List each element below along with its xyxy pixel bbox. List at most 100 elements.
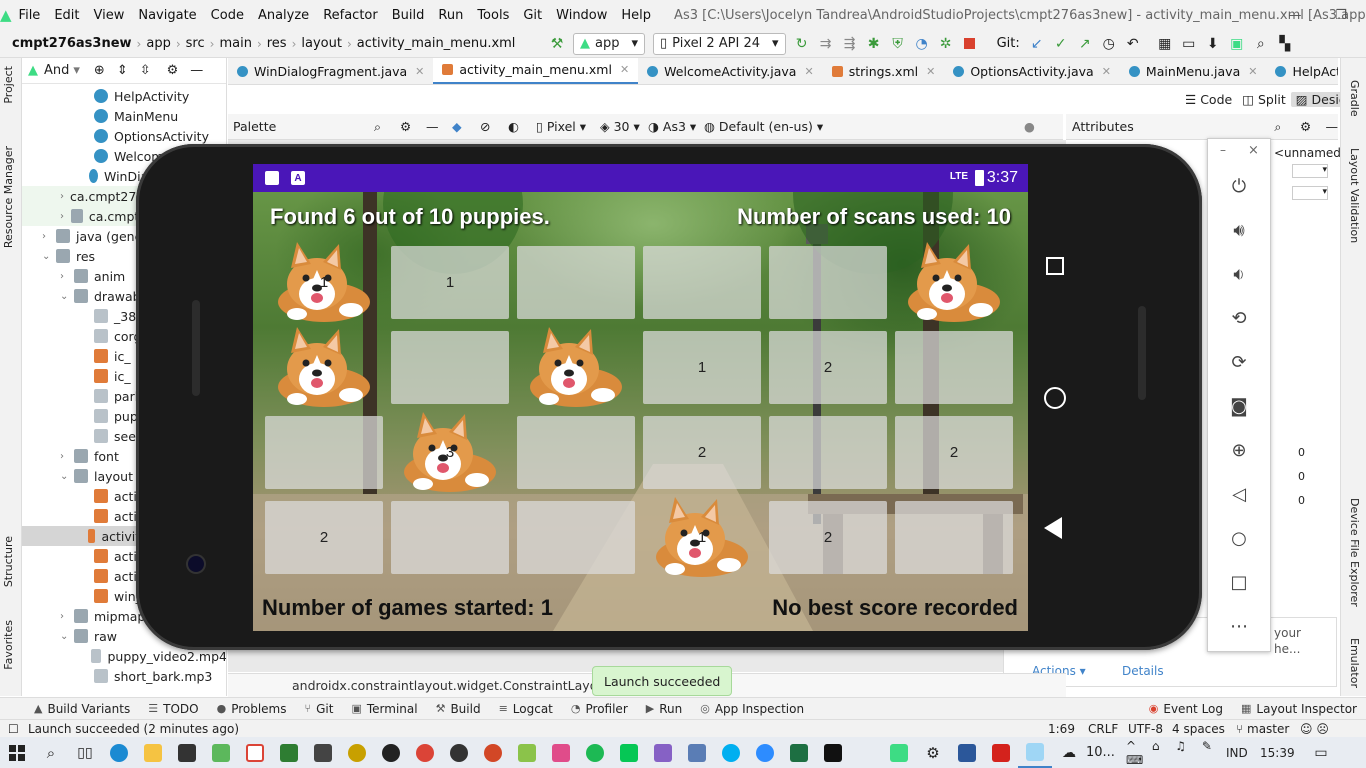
menu-code[interactable]: Code <box>204 8 251 23</box>
run-config-select[interactable]: ▲ app ▾ <box>573 32 646 55</box>
media-app-icon[interactable] <box>374 737 408 768</box>
skype-icon[interactable] <box>714 737 748 768</box>
visual-studio-icon[interactable] <box>646 737 680 768</box>
menu-git[interactable]: Git <box>516 8 549 23</box>
grid-cell[interactable] <box>895 331 1013 404</box>
grid-cell[interactable] <box>895 501 1013 574</box>
close-tab-icon[interactable]: ✕ <box>926 65 935 78</box>
coverage-icon[interactable]: ⛨ <box>886 32 910 56</box>
editor-tab[interactable]: WinDialogFragment.java ✕ <box>228 58 433 84</box>
tool-window-layout-inspector[interactable]: ▦ Layout Inspector <box>1232 702 1366 716</box>
powerpoint-icon[interactable] <box>476 737 510 768</box>
grid-cell[interactable] <box>391 501 509 574</box>
grid-cell[interactable]: 1 <box>643 331 761 404</box>
line-separator[interactable]: CRLF <box>1088 722 1128 736</box>
constraint-value-top[interactable]: 0 <box>1298 446 1305 459</box>
design-surface-icon[interactable]: ◆ <box>452 119 480 134</box>
apply-code-changes-icon[interactable]: ⇶ <box>838 32 862 56</box>
menu-tools[interactable]: Tools <box>470 8 516 23</box>
grid-cell[interactable] <box>769 416 887 489</box>
git-branch[interactable]: ⑂ master <box>1236 722 1300 736</box>
zoom-icon[interactable]: ⊕ <box>1224 435 1254 465</box>
sdk-manager-icon[interactable]: ⬇ <box>1201 32 1225 56</box>
file-encoding[interactable]: UTF-8 <box>1128 722 1172 736</box>
emulator-screen[interactable]: A LTE 3:37 Found 6 out of 10 puppies. Nu… <box>253 164 1028 631</box>
device-select[interactable]: ▯ Pixel ▾ <box>536 119 600 134</box>
weather-icon[interactable]: ☁ <box>1052 737 1086 768</box>
history-icon[interactable]: ◷ <box>1097 32 1121 56</box>
code-mode-button[interactable]: ☰ Code <box>1180 92 1237 107</box>
constraint-value-bottom[interactable]: 0 <box>1298 494 1305 507</box>
search-icon[interactable]: ⌕ <box>34 737 68 768</box>
git-update-icon[interactable]: ↙ <box>1025 32 1049 56</box>
grid-cell[interactable]: 2 <box>769 501 887 574</box>
back-button[interactable] <box>1044 517 1062 539</box>
chevron-right-icon[interactable]: › <box>60 451 74 462</box>
structure-tool-tab[interactable]: Structure <box>2 536 15 587</box>
stop-icon[interactable] <box>958 32 982 56</box>
task-view-icon[interactable]: ▯▯ <box>68 737 102 768</box>
device-manager-icon[interactable]: ▭ <box>1177 32 1201 56</box>
google-icon[interactable] <box>238 737 272 768</box>
grid-cell[interactable] <box>517 416 635 489</box>
search-icon[interactable]: ⌕ <box>1274 119 1300 135</box>
close-tab-icon[interactable]: ✕ <box>620 63 629 76</box>
breadcrumb-item[interactable]: res <box>262 36 292 51</box>
gear-icon[interactable]: ⚙ <box>167 63 179 78</box>
grid-cell[interactable]: 1 <box>391 246 509 319</box>
zoom-icon[interactable] <box>748 737 782 768</box>
favorites-tool-tab[interactable]: Favorites <box>2 620 15 670</box>
language-indicator[interactable]: IND <box>1226 746 1260 760</box>
close-tab-icon[interactable]: ✕ <box>1102 65 1111 78</box>
notifications-icon[interactable]: ▭ <box>1304 737 1338 768</box>
breadcrumb-item[interactable]: src <box>181 36 210 51</box>
grid-cell[interactable]: 2 <box>643 416 761 489</box>
menu-view[interactable]: View <box>87 8 132 23</box>
close-tab-icon[interactable]: ✕ <box>804 65 813 78</box>
more-options-icon[interactable]: ⋯ <box>1224 611 1254 641</box>
project-view-select[interactable]: And <box>44 63 69 78</box>
debug-icon[interactable]: ✱ <box>862 32 886 56</box>
chevron-right-icon[interactable]: › <box>60 211 71 222</box>
grid-cell-puppy[interactable]: 3 <box>391 412 509 492</box>
emulator-tool-tab[interactable]: Emulator <box>1348 638 1361 688</box>
grid-cell-puppy[interactable] <box>517 327 635 407</box>
device-file-explorer-tool-tab[interactable]: Device File Explorer <box>1348 498 1361 607</box>
component-path[interactable]: androidx.constraintlayout.widget.Constra… <box>292 678 610 693</box>
close-tab-icon[interactable]: ✕ <box>415 65 424 78</box>
vpn-app-icon[interactable] <box>680 737 714 768</box>
status-message[interactable]: Launch succeeded (2 minutes ago) <box>28 722 1048 736</box>
power-icon[interactable]: ⏻ <box>1224 171 1254 201</box>
menu-analyze[interactable]: Analyze <box>251 8 316 23</box>
tool-window-app-inspection[interactable]: ◎ App Inspection <box>691 702 813 716</box>
tool-window-logcat[interactable]: ≡ Logcat <box>490 702 562 716</box>
grid-cell-puppy[interactable]: 1 <box>643 497 761 577</box>
git-commit-icon[interactable]: ✓ <box>1049 32 1073 56</box>
api-select[interactable]: ◈ 30 ▾ <box>600 119 648 134</box>
file-explorer-icon[interactable] <box>136 737 170 768</box>
tree-item[interactable]: OptionsActivity <box>22 126 226 146</box>
editor-tab[interactable]: MainMenu.java ✕ <box>1120 58 1267 84</box>
close-tab-icon[interactable]: ✕ <box>1248 65 1257 78</box>
grid-cell-puppy[interactable]: 1 <box>265 242 383 322</box>
tool-window-problems[interactable]: ● Problems <box>208 702 296 716</box>
temperature[interactable]: 10... <box>1086 745 1126 760</box>
device-select[interactable]: ▯ Pixel 2 API 24 ▾ <box>653 32 786 55</box>
back-icon[interactable]: ◁ <box>1224 479 1254 509</box>
grid-cell-puppy[interactable] <box>895 242 1013 322</box>
theme-select[interactable]: ◑ As3 ▾ <box>648 119 704 134</box>
grid-cell[interactable]: 2 <box>265 501 383 574</box>
height-select[interactable]: ▾ <box>1292 186 1328 200</box>
tree-item[interactable]: HelpActivity <box>22 86 226 106</box>
details-link[interactable]: Details <box>1122 664 1164 678</box>
search-icon[interactable]: ⌕ <box>374 119 400 135</box>
git-push-icon[interactable]: ↗ <box>1073 32 1097 56</box>
chevron-right-icon[interactable]: › <box>60 191 64 202</box>
width-select[interactable]: ▾ <box>1292 164 1328 178</box>
minimize-icon[interactable]: — <box>1326 119 1339 134</box>
rotate-left-icon[interactable]: ⟲ <box>1224 303 1254 333</box>
editor-tab[interactable]: strings.xml ✕ <box>823 58 945 84</box>
grid-cell[interactable] <box>643 246 761 319</box>
locale-select[interactable]: ◍ Default (en-us) ▾ <box>704 119 834 134</box>
gear-icon[interactable]: ⚙ <box>400 119 426 134</box>
